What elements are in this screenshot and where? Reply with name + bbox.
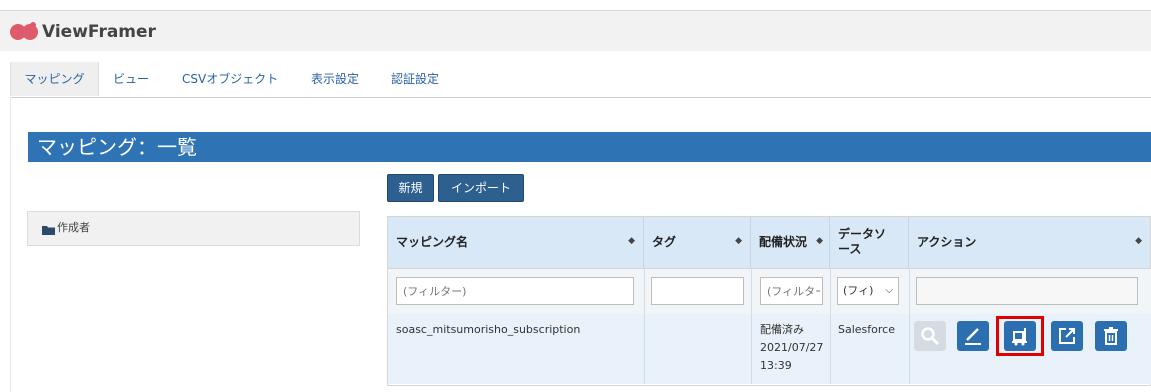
left-strip <box>0 97 11 392</box>
sort-icon: ◆ <box>1135 236 1142 246</box>
row-status-text: 配備済み <box>760 323 804 336</box>
filter-status-input[interactable] <box>760 277 823 305</box>
header-datasource[interactable]: データソース <box>830 217 909 268</box>
export-button[interactable] <box>1051 321 1083 351</box>
brand-bar <box>0 11 1151 51</box>
search-icon <box>921 327 940 346</box>
page-title: マッピング：一覧 <box>37 135 197 159</box>
header-tag-label: タグ <box>652 235 677 249</box>
chevron-down-icon: ⌵ <box>885 285 893 296</box>
edit-icon <box>965 328 981 345</box>
new-button[interactable]: 新規 <box>387 174 434 202</box>
author-label: 作成者 <box>57 221 90 234</box>
filter-datasource-value: (フィ) <box>843 284 874 297</box>
delete-icon <box>1104 327 1118 345</box>
delete-button[interactable] <box>1095 321 1127 351</box>
row-status-date: 2021/07/27 <box>760 341 824 354</box>
import-button[interactable]: インポート <box>438 174 524 202</box>
header-mapping-name[interactable]: マッピング名 ◆ <box>388 217 644 268</box>
header-mapping-name-label: マッピング名 <box>396 235 469 249</box>
tab-view[interactable]: ビュー <box>113 62 149 96</box>
row-mapping-name[interactable]: soasc_mitsumorisho_subscription <box>396 321 580 339</box>
sort-icon: ◆ <box>816 236 823 246</box>
header-action[interactable]: アクション ◆ <box>909 217 1150 268</box>
filter-tag-input[interactable] <box>651 277 744 305</box>
filter-datasource-select[interactable]: (フィ) ⌵ <box>837 277 899 305</box>
brand-name: ViewFramer <box>42 22 156 42</box>
tab-bar <box>0 51 1151 98</box>
column-divider <box>644 268 645 384</box>
row-status: 配備済み 2021/07/27 13:39 <box>760 321 823 375</box>
top-border <box>0 0 1151 11</box>
tab-mapping[interactable]: マッピング <box>10 62 99 96</box>
header-status[interactable]: 配備状況 ◆ <box>751 217 830 268</box>
column-divider <box>830 268 831 384</box>
viewframer-logo-icon <box>10 22 38 40</box>
sort-icon: ◆ <box>628 236 635 246</box>
edit-button[interactable] <box>957 321 989 351</box>
column-divider <box>751 268 752 384</box>
row-datasource: Salesforce <box>838 323 895 336</box>
header-action-label: アクション <box>917 235 977 249</box>
export-icon <box>1059 328 1075 344</box>
folder-icon <box>42 226 55 235</box>
header-tag[interactable]: タグ ◆ <box>644 217 751 268</box>
tab-display-settings[interactable]: 表示設定 <box>311 62 359 96</box>
filter-mapping-name-input[interactable] <box>396 277 634 305</box>
tab-csv-object[interactable]: CSVオブジェクト <box>182 62 278 96</box>
header-status-label: 配備状況 <box>759 235 808 249</box>
search-button[interactable] <box>914 321 946 351</box>
sort-icon: ◆ <box>735 236 742 246</box>
filter-action-input[interactable] <box>916 277 1138 305</box>
tab-auth-settings[interactable]: 認証設定 <box>391 62 439 96</box>
row-status-time: 13:39 <box>760 359 792 372</box>
column-divider <box>909 268 910 384</box>
highlight-box <box>996 316 1044 356</box>
header-datasource-label: データソース <box>838 227 887 256</box>
